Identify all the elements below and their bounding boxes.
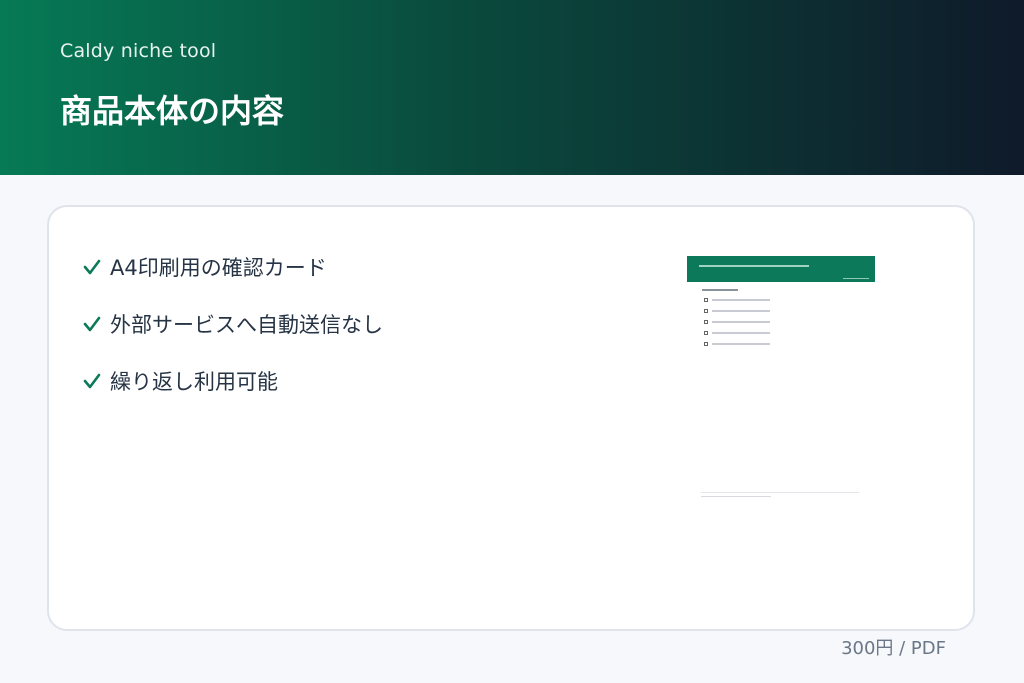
feature-item: 外部サービスへ自動送信なし — [82, 309, 383, 339]
feature-item: A4印刷用の確認カード — [82, 252, 383, 282]
preview-checklist-item — [704, 341, 875, 347]
brand-name: Caldy niche tool — [60, 40, 217, 62]
preview-checklist-item — [704, 297, 875, 303]
preview-header-subline — [843, 278, 869, 279]
preview-checklist-item — [704, 330, 875, 336]
price-label: 300円 / PDF — [841, 638, 946, 659]
check-icon — [83, 373, 101, 389]
feature-label: A4印刷用の確認カード — [110, 256, 327, 280]
preview-checklist-item — [704, 308, 875, 314]
header-banner: Caldy niche tool 商品本体の内容 — [0, 0, 1024, 175]
preview-footer-text — [701, 496, 771, 498]
product-card: A4印刷用の確認カード 外部サービスへ自動送信なし 繰り返し利用可能 — [47, 205, 975, 631]
feature-item: 繰り返し利用可能 — [82, 366, 383, 396]
check-icon — [83, 316, 101, 332]
pdf-preview-thumbnail — [687, 256, 875, 506]
preview-checklist-item — [704, 319, 875, 325]
preview-footer-divider — [701, 492, 859, 493]
feature-label: 繰り返し利用可能 — [110, 370, 278, 394]
page-title: 商品本体の内容 — [60, 92, 285, 130]
feature-label: 外部サービスへ自動送信なし — [110, 313, 383, 337]
preview-header-bar — [687, 256, 875, 282]
preview-section-heading — [702, 289, 875, 291]
feature-list: A4印刷用の確認カード 外部サービスへ自動送信なし 繰り返し利用可能 — [82, 252, 383, 423]
check-icon — [83, 259, 101, 275]
